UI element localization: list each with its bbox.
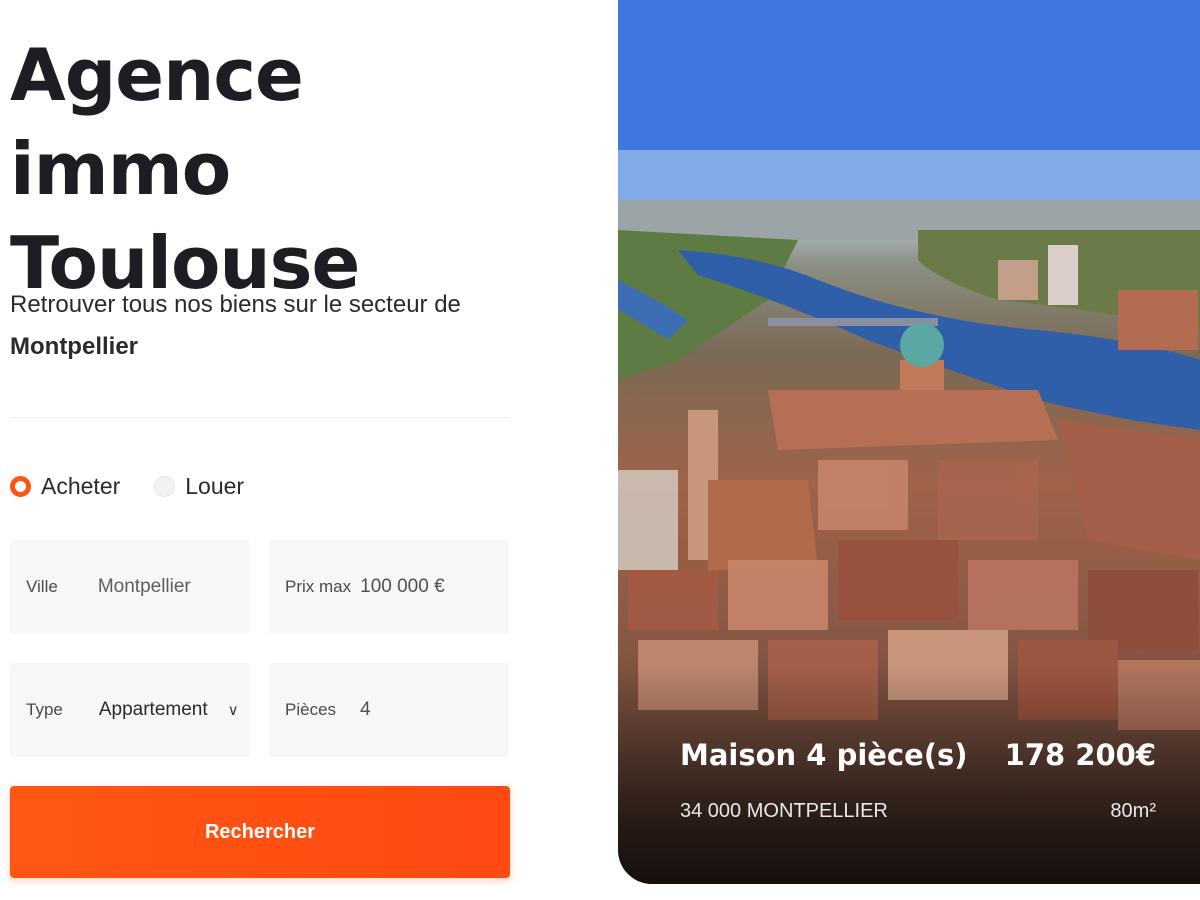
transaction-type-radio-group: Acheter Louer (10, 468, 244, 504)
intro-sentence: Retrouver tous nos biens sur le secteur … (10, 291, 461, 318)
listing-title[interactable]: Maison 4 pièce(s) (680, 738, 968, 772)
radio-louer-label: Louer (185, 472, 245, 499)
radio-louer[interactable]: Louer (154, 473, 244, 500)
city-field[interactable]: Ville Montpellier (10, 540, 250, 634)
listing-area: 80m² (1110, 800, 1156, 822)
city-field-label: Ville (26, 577, 58, 596)
photo-gradient-overlay (618, 664, 1200, 884)
rooms-label: Pièces (285, 700, 337, 719)
listing-price: 178 200€ (1004, 738, 1156, 772)
property-type-label: Type (26, 700, 63, 719)
intro-city: Montpellier (10, 333, 139, 360)
intro-text: Retrouver tous nos biens sur le secteur … (10, 284, 510, 368)
rooms-field[interactable]: Pièces 4 (269, 663, 509, 757)
rooms-value[interactable]: 4 (360, 699, 371, 721)
page-title-line-1: Agence immo (10, 33, 304, 211)
search-button[interactable]: Rechercher (10, 786, 510, 878)
divider (10, 417, 510, 418)
max-price-field[interactable]: Prix max 100 000 € (269, 540, 509, 634)
radio-acheter[interactable]: Acheter (10, 473, 120, 500)
chevron-down-icon[interactable]: ∨ (228, 701, 239, 719)
max-price-value[interactable]: 100 000 € (360, 576, 445, 598)
featured-listing-card[interactable]: Maison 4 pièce(s) 178 200€ 34 000 MONTPE… (618, 0, 1200, 884)
search-panel: Agence immo Toulouse Retrouver tous nos … (10, 0, 510, 900)
property-type-select[interactable]: Type Appartement ∨ (10, 663, 250, 757)
property-type-value[interactable]: Appartement (99, 699, 208, 721)
city-field-value[interactable]: Montpellier (98, 576, 191, 598)
page-title: Agence immo Toulouse (10, 28, 510, 310)
max-price-label: Prix max (285, 577, 352, 596)
radio-selected-icon[interactable] (10, 475, 31, 497)
radio-unselected-icon[interactable] (154, 475, 176, 497)
radio-acheter-label: Acheter (41, 472, 121, 499)
listing-location: 34 000 MONTPELLIER (680, 800, 888, 822)
page: Agence immo Toulouse Retrouver tous nos … (0, 0, 1200, 900)
